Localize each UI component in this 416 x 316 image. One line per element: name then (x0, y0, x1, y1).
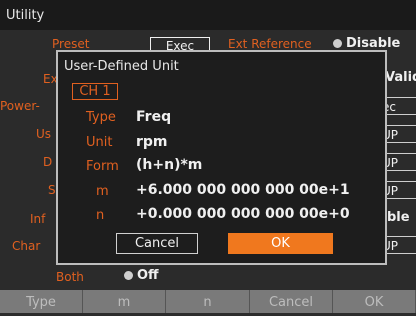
bg-label-us: Us (36, 127, 52, 141)
both-value-text: Off (137, 268, 159, 283)
bg-label-power: Power- (0, 99, 40, 113)
bg-label-s: S (48, 183, 56, 197)
bg-label-char: Char (12, 239, 41, 253)
ext-reference-value[interactable]: Disable (333, 36, 400, 51)
unit-value[interactable]: rpm (136, 134, 168, 150)
both-label: Both (56, 270, 84, 284)
ext-reference-value-text: Disable (346, 36, 401, 51)
channel-badge[interactable]: CH 1 (72, 83, 118, 100)
bg-value-valid: Valid (385, 70, 416, 85)
softkey-type[interactable]: Type (0, 290, 83, 313)
radio-bullet-icon (333, 39, 342, 48)
preset-label: Preset (52, 37, 90, 51)
type-value[interactable]: Freq (136, 109, 171, 125)
softkey-cancel[interactable]: Cancel (250, 290, 333, 313)
unit-label: Unit (86, 135, 113, 150)
form-label: Form (86, 159, 119, 174)
bg-label-d: D (43, 155, 53, 169)
bg-label-inf: Inf (30, 212, 46, 226)
softkey-ok[interactable]: OK (333, 290, 416, 313)
type-label: Type (86, 110, 116, 125)
softkey-n[interactable]: n (166, 290, 250, 313)
dialog-title: User-Defined Unit (64, 59, 179, 74)
window-title: Utility (6, 8, 45, 23)
utility-screen: Utility Preset Exec Ext Reference Disabl… (0, 0, 416, 313)
radio-bullet-icon (124, 271, 133, 280)
m-label: m (96, 184, 109, 199)
both-value[interactable]: Off (124, 268, 159, 283)
title-bar: Utility (0, 0, 416, 30)
n-label: n (96, 208, 105, 223)
dialog-ok-button[interactable]: OK (228, 233, 333, 254)
softkey-m[interactable]: m (83, 290, 166, 313)
n-value[interactable]: +0.000 000 000 000 00e+0 (136, 206, 350, 222)
bg-value-ble: ble (387, 210, 410, 225)
user-defined-unit-dialog: User-Defined Unit CH 1 Type Freq Unit rp… (56, 50, 387, 265)
form-value[interactable]: (h+n)*m (136, 157, 202, 173)
softkey-bar: Type m n Cancel OK (0, 290, 416, 313)
m-value[interactable]: +6.000 000 000 000 00e+1 (136, 182, 350, 198)
ext-reference-label: Ext Reference (228, 37, 312, 51)
dialog-cancel-button[interactable]: Cancel (116, 233, 198, 254)
